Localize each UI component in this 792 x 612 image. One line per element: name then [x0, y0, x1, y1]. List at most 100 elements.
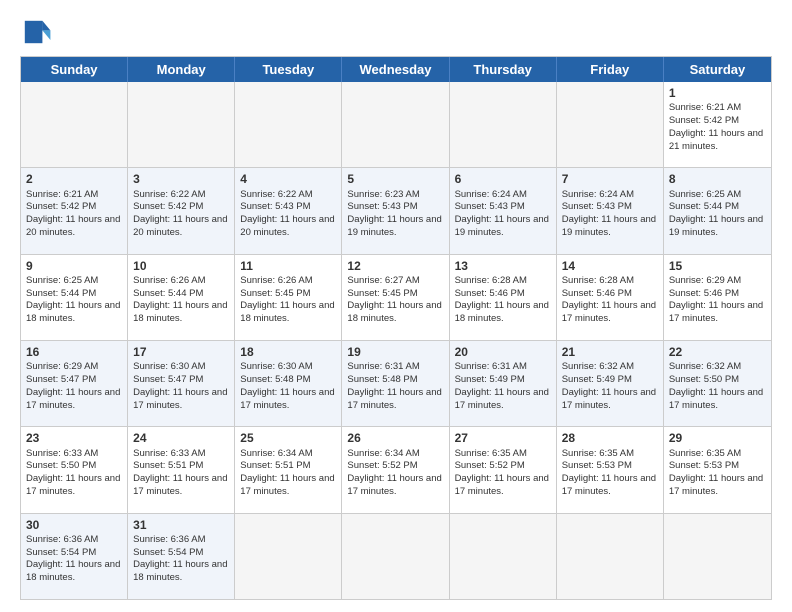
calendar-cell	[21, 82, 128, 167]
calendar-cell: 14Sunrise: 6:28 AMSunset: 5:46 PMDayligh…	[557, 255, 664, 340]
calendar-cell	[342, 514, 449, 599]
calendar-cell	[342, 82, 449, 167]
sunset-text: Sunset: 5:51 PM	[240, 460, 310, 471]
daylight-text: Daylight: 11 hours and 18 minutes.	[26, 300, 120, 324]
sunset-text: Sunset: 5:45 PM	[240, 288, 310, 299]
day-number: 10	[133, 258, 229, 274]
calendar-cell: 13Sunrise: 6:28 AMSunset: 5:46 PMDayligh…	[450, 255, 557, 340]
calendar-cell: 9Sunrise: 6:25 AMSunset: 5:44 PMDaylight…	[21, 255, 128, 340]
day-number: 4	[240, 171, 336, 187]
sunset-text: Sunset: 5:47 PM	[133, 374, 203, 385]
calendar-cell: 4Sunrise: 6:22 AMSunset: 5:43 PMDaylight…	[235, 168, 342, 253]
sunrise-text: Sunrise: 6:33 AM	[26, 448, 98, 459]
sunset-text: Sunset: 5:50 PM	[26, 460, 96, 471]
header-day-tuesday: Tuesday	[235, 57, 342, 82]
sunrise-text: Sunrise: 6:35 AM	[562, 448, 634, 459]
daylight-text: Daylight: 11 hours and 17 minutes.	[347, 473, 441, 497]
calendar-week-2: 2Sunrise: 6:21 AMSunset: 5:42 PMDaylight…	[21, 167, 771, 253]
calendar-body: 1Sunrise: 6:21 AMSunset: 5:42 PMDaylight…	[21, 82, 771, 599]
calendar-cell: 17Sunrise: 6:30 AMSunset: 5:47 PMDayligh…	[128, 341, 235, 426]
sunset-text: Sunset: 5:43 PM	[240, 201, 310, 212]
sunrise-text: Sunrise: 6:29 AM	[669, 275, 741, 286]
header-day-wednesday: Wednesday	[342, 57, 449, 82]
sunset-text: Sunset: 5:49 PM	[562, 374, 632, 385]
sunrise-text: Sunrise: 6:28 AM	[455, 275, 527, 286]
daylight-text: Daylight: 11 hours and 21 minutes.	[669, 128, 763, 152]
daylight-text: Daylight: 11 hours and 19 minutes.	[455, 214, 549, 238]
sunrise-text: Sunrise: 6:34 AM	[347, 448, 419, 459]
day-number: 21	[562, 344, 658, 360]
sunrise-text: Sunrise: 6:23 AM	[347, 189, 419, 200]
sunrise-text: Sunrise: 6:31 AM	[455, 361, 527, 372]
sunrise-text: Sunrise: 6:26 AM	[133, 275, 205, 286]
calendar-cell: 5Sunrise: 6:23 AMSunset: 5:43 PMDaylight…	[342, 168, 449, 253]
day-number: 15	[669, 258, 766, 274]
header	[20, 16, 772, 48]
daylight-text: Daylight: 11 hours and 18 minutes.	[133, 300, 227, 324]
calendar-cell: 22Sunrise: 6:32 AMSunset: 5:50 PMDayligh…	[664, 341, 771, 426]
calendar-cell: 23Sunrise: 6:33 AMSunset: 5:50 PMDayligh…	[21, 427, 128, 512]
calendar-cell: 24Sunrise: 6:33 AMSunset: 5:51 PMDayligh…	[128, 427, 235, 512]
header-day-sunday: Sunday	[21, 57, 128, 82]
day-number: 27	[455, 430, 551, 446]
day-number: 17	[133, 344, 229, 360]
calendar-cell: 12Sunrise: 6:27 AMSunset: 5:45 PMDayligh…	[342, 255, 449, 340]
day-number: 31	[133, 517, 229, 533]
calendar-cell	[128, 82, 235, 167]
day-number: 13	[455, 258, 551, 274]
sunrise-text: Sunrise: 6:32 AM	[562, 361, 634, 372]
calendar-cell: 25Sunrise: 6:34 AMSunset: 5:51 PMDayligh…	[235, 427, 342, 512]
sunset-text: Sunset: 5:48 PM	[240, 374, 310, 385]
calendar-cell: 11Sunrise: 6:26 AMSunset: 5:45 PMDayligh…	[235, 255, 342, 340]
day-number: 18	[240, 344, 336, 360]
calendar-cell	[235, 514, 342, 599]
calendar-cell	[557, 82, 664, 167]
calendar-cell: 19Sunrise: 6:31 AMSunset: 5:48 PMDayligh…	[342, 341, 449, 426]
day-number: 16	[26, 344, 122, 360]
sunrise-text: Sunrise: 6:22 AM	[240, 189, 312, 200]
calendar-cell	[450, 514, 557, 599]
sunset-text: Sunset: 5:50 PM	[669, 374, 739, 385]
daylight-text: Daylight: 11 hours and 18 minutes.	[26, 559, 120, 583]
daylight-text: Daylight: 11 hours and 17 minutes.	[455, 387, 549, 411]
sunset-text: Sunset: 5:48 PM	[347, 374, 417, 385]
header-day-monday: Monday	[128, 57, 235, 82]
day-number: 22	[669, 344, 766, 360]
daylight-text: Daylight: 11 hours and 17 minutes.	[562, 387, 656, 411]
calendar-cell: 1Sunrise: 6:21 AMSunset: 5:42 PMDaylight…	[664, 82, 771, 167]
daylight-text: Daylight: 11 hours and 18 minutes.	[133, 559, 227, 583]
calendar-week-3: 9Sunrise: 6:25 AMSunset: 5:44 PMDaylight…	[21, 254, 771, 340]
sunset-text: Sunset: 5:43 PM	[562, 201, 632, 212]
daylight-text: Daylight: 11 hours and 17 minutes.	[240, 387, 334, 411]
calendar-cell	[235, 82, 342, 167]
header-day-thursday: Thursday	[450, 57, 557, 82]
calendar-cell: 3Sunrise: 6:22 AMSunset: 5:42 PMDaylight…	[128, 168, 235, 253]
sunrise-text: Sunrise: 6:31 AM	[347, 361, 419, 372]
calendar-cell: 16Sunrise: 6:29 AMSunset: 5:47 PMDayligh…	[21, 341, 128, 426]
daylight-text: Daylight: 11 hours and 20 minutes.	[133, 214, 227, 238]
day-number: 1	[669, 85, 766, 101]
day-number: 6	[455, 171, 551, 187]
day-number: 26	[347, 430, 443, 446]
sunrise-text: Sunrise: 6:32 AM	[669, 361, 741, 372]
day-number: 11	[240, 258, 336, 274]
sunrise-text: Sunrise: 6:24 AM	[455, 189, 527, 200]
sunset-text: Sunset: 5:44 PM	[133, 288, 203, 299]
sunrise-text: Sunrise: 6:21 AM	[669, 102, 741, 113]
daylight-text: Daylight: 11 hours and 17 minutes.	[240, 473, 334, 497]
calendar-cell	[664, 514, 771, 599]
sunrise-text: Sunrise: 6:29 AM	[26, 361, 98, 372]
sunset-text: Sunset: 5:47 PM	[26, 374, 96, 385]
sunrise-text: Sunrise: 6:35 AM	[669, 448, 741, 459]
calendar-cell: 28Sunrise: 6:35 AMSunset: 5:53 PMDayligh…	[557, 427, 664, 512]
day-number: 20	[455, 344, 551, 360]
sunset-text: Sunset: 5:45 PM	[347, 288, 417, 299]
calendar-cell: 10Sunrise: 6:26 AM Sunset: 5:44 PMDayligh…	[128, 255, 235, 340]
calendar-cell: 29Sunrise: 6:35 AMSunset: 5:53 PMDayligh…	[664, 427, 771, 512]
sunrise-text: Sunrise: 6:25 AM	[26, 275, 98, 286]
day-number: 12	[347, 258, 443, 274]
calendar-week-4: 16Sunrise: 6:29 AM Sunset: 5:47 PM Dayligh…	[21, 340, 771, 426]
sunset-text: Sunset: 5:53 PM	[669, 460, 739, 471]
daylight-text: Daylight: 11 hours and 18 minutes.	[347, 300, 441, 324]
calendar-header: SundayMondayTuesdayWednesdayThursdayFrid…	[21, 57, 771, 82]
